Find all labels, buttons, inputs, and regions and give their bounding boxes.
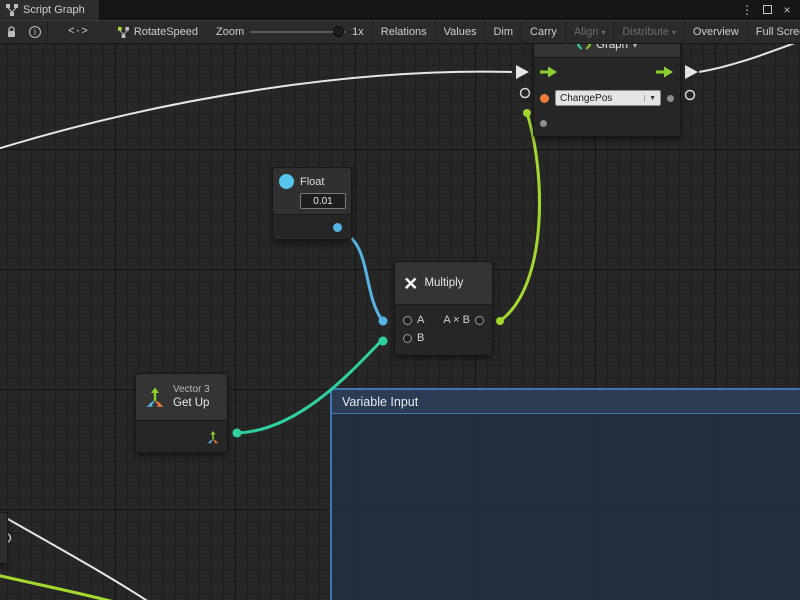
flow-arrow-out-icon (685, 65, 698, 79)
node-title: Get Up (173, 396, 210, 410)
wire-flow-in (0, 72, 512, 150)
chevron-down-icon: ▾ (633, 44, 637, 50)
overview-button[interactable]: Overview (684, 21, 747, 43)
zoom-control: Zoom 1x (208, 21, 372, 43)
node-partial-offscreen[interactable] (0, 512, 8, 564)
node-header[interactable]: Graph ▾ (534, 44, 680, 57)
variable-name: ChangePos (560, 93, 612, 104)
port-label-a: A (417, 314, 424, 326)
node-title: Float (300, 176, 324, 188)
value-port[interactable] (540, 120, 547, 127)
zoom-label: Zoom (216, 26, 244, 38)
wire-bottom-left (0, 510, 155, 600)
float-output-port[interactable] (333, 223, 342, 232)
node-header[interactable]: × Multiply (395, 262, 492, 304)
graph-icon (6, 4, 18, 16)
info-icon[interactable]: i (23, 21, 47, 43)
maximize-icon[interactable] (760, 3, 774, 17)
node-body (273, 214, 351, 239)
window-controls: ⋮ × (740, 0, 800, 20)
variable-input-port[interactable] (540, 94, 549, 103)
toolbar-buttons: Relations Values Dim Carry Align▾ Distri… (372, 21, 800, 43)
window-menu-icon[interactable]: ⋮ (740, 3, 754, 17)
input-port-a[interactable] (403, 316, 412, 325)
vector3-output-port[interactable] (206, 430, 220, 444)
output-port[interactable] (475, 316, 484, 325)
values-button[interactable]: Values (435, 21, 485, 43)
chevron-down-icon: ▾ (672, 28, 676, 37)
vector3-icon (144, 386, 166, 408)
graph-canvas[interactable]: Variable Input (0, 44, 800, 600)
wire-flow-out (699, 44, 800, 72)
node-multiply[interactable]: × Multiply A A × B B (394, 261, 493, 356)
dim-button[interactable]: Dim (484, 21, 521, 43)
node-float-literal[interactable]: Float 0.01 (272, 167, 352, 240)
flow-input-port[interactable] (540, 66, 558, 78)
float-value-field[interactable]: 0.01 (300, 193, 346, 209)
script-graph-icon (118, 27, 129, 38)
node-graph-unit[interactable]: Graph ▾ ChangePos ▼ (533, 44, 681, 137)
zoom-slider[interactable] (250, 31, 346, 33)
wire-float-to-multiply (339, 230, 382, 320)
zoom-value: 1x (352, 26, 364, 38)
wire-endpoint (523, 109, 531, 117)
wire-green-bottom (0, 574, 122, 600)
value-port[interactable] (521, 89, 530, 98)
node-title: Multiply (424, 277, 463, 289)
node-body (136, 420, 227, 452)
chevron-down-icon: ▼ (644, 95, 656, 102)
tab-script-graph[interactable]: Script Graph (0, 0, 100, 20)
wire-endpoint (379, 317, 388, 326)
graph-name: RotateSpeed (134, 26, 198, 38)
port-label-b: B (417, 332, 424, 344)
wire-endpoint (379, 337, 388, 346)
output-label: A × B (443, 314, 470, 326)
relations-button[interactable]: Relations (372, 21, 435, 43)
flow-output-port[interactable] (656, 66, 674, 78)
float-type-icon (279, 174, 294, 189)
node-type-label: Vector 3 (173, 384, 210, 397)
breadcrumb[interactable]: RotateSpeed (108, 21, 208, 43)
align-dropdown[interactable]: Align▾ (565, 21, 613, 43)
script-graph-window: Script Graph ⋮ × i <·> RotateSpeed (0, 0, 800, 600)
close-icon[interactable]: × (780, 3, 794, 17)
graph-toolbar: i <·> RotateSpeed Zoom 1x Relations Valu… (0, 20, 800, 44)
wire-endpoint (496, 317, 504, 325)
distribute-dropdown[interactable]: Distribute▾ (613, 21, 683, 43)
title-bar: Script Graph ⋮ × (0, 0, 800, 20)
lock-icon[interactable] (0, 21, 23, 43)
value-output-port[interactable] (667, 95, 674, 102)
input-port-b[interactable] (403, 334, 412, 343)
zoom-slider-knob[interactable] (333, 26, 344, 37)
full-screen-button[interactable]: Full Screen (747, 21, 800, 43)
carry-button[interactable]: Carry (521, 21, 565, 43)
code-icon: <·> (68, 26, 88, 38)
wire-multiply-to-graph (500, 113, 540, 321)
node-title: Graph (596, 44, 628, 51)
node-body: A A × B B (395, 304, 492, 355)
tab-title: Script Graph (23, 4, 85, 16)
flow-arrow-in-icon (516, 65, 529, 79)
wire-endpoint (233, 429, 242, 438)
wire-vector3-to-multiply (237, 341, 381, 433)
node-body: ChangePos ▼ (534, 57, 680, 136)
node-header[interactable]: Float 0.01 (273, 168, 351, 214)
node-header[interactable]: Vector 3 Get Up (136, 374, 227, 420)
value-port[interactable] (686, 91, 695, 100)
multiply-icon: × (404, 272, 417, 295)
code-view-button[interactable]: <·> (47, 21, 108, 43)
chevron-down-icon: ▾ (601, 28, 605, 37)
visual-scripting-icon (577, 44, 591, 50)
node-vector3-get-up[interactable]: Vector 3 Get Up (135, 373, 228, 453)
variable-dropdown[interactable]: ChangePos ▼ (555, 90, 661, 106)
